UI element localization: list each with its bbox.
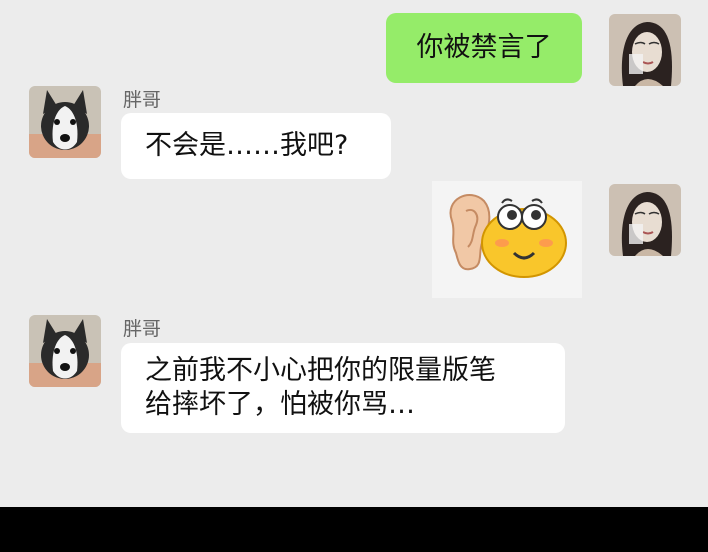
ear-smiley-sticker-icon [449, 194, 567, 278]
woman-portrait-icon [609, 184, 681, 256]
chat-area: 你被禁言了 胖哥 不会是……我吧? 胖哥 之前我不小心把你的限量版笔 给摔坏了，… [0, 0, 708, 507]
husky-dog-icon [29, 86, 101, 158]
bottom-bar [0, 507, 708, 552]
my-avatar[interactable] [609, 184, 681, 256]
message-text: 你被禁言了 [416, 32, 552, 63]
woman-portrait-icon [609, 14, 681, 86]
sticker-message[interactable] [432, 181, 582, 298]
other-message-bubble[interactable]: 不会是……我吧? [121, 113, 391, 179]
sender-name: 胖哥 [123, 89, 162, 111]
message-text-line: 之前我不小心把你的限量版笔 [145, 355, 496, 386]
message-text-line: 给摔坏了，怕被你骂… [145, 389, 415, 420]
my-message-bubble[interactable]: 你被禁言了 [386, 13, 582, 83]
message-text: 不会是……我吧? [145, 130, 349, 161]
pangge-avatar[interactable] [29, 315, 101, 387]
other-message-bubble[interactable]: 之前我不小心把你的限量版笔 给摔坏了，怕被你骂… [121, 343, 565, 433]
sender-name: 胖哥 [123, 318, 162, 340]
pangge-avatar[interactable] [29, 86, 101, 158]
husky-dog-icon [29, 315, 101, 387]
my-avatar[interactable] [609, 14, 681, 86]
